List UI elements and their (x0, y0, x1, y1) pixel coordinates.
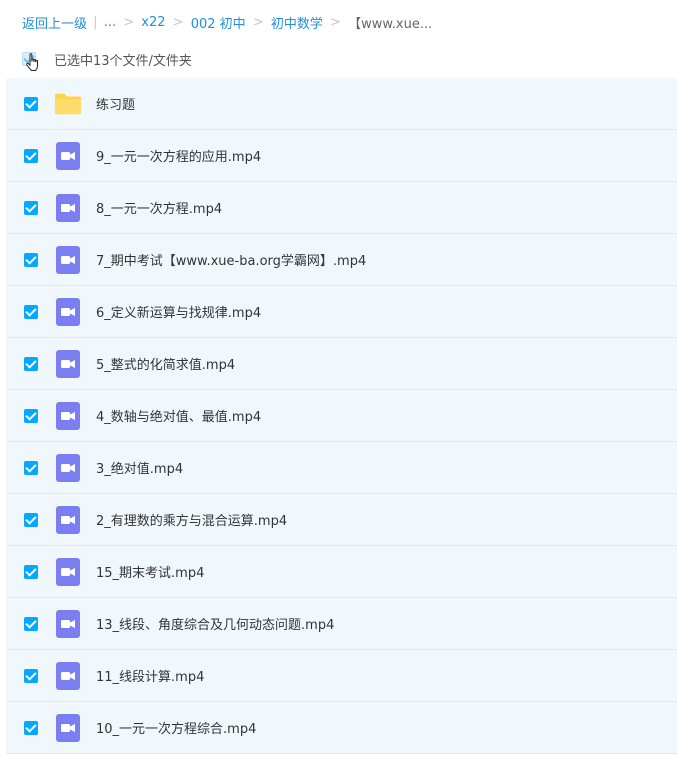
file-row[interactable]: 10_一元一次方程综合.mp4 (6, 702, 677, 754)
video-file-icon (56, 505, 80, 534)
file-row[interactable]: 3_绝对值.mp4 (6, 442, 677, 494)
video-file-icon (56, 557, 80, 586)
breadcrumb-item-math[interactable]: 初中数学 (271, 17, 323, 31)
file-name[interactable]: 练习题 (96, 94, 135, 113)
file-row[interactable]: 练习题 (6, 78, 677, 130)
video-icon-wrap (54, 609, 82, 638)
file-list: 练习题 9_一元一次方程的应用.mp4 8_一元一次方程.mp4 7_期中考试【www… (6, 78, 677, 754)
file-checkbox[interactable] (24, 304, 38, 319)
file-name[interactable]: 3_绝对值.mp4 (96, 458, 183, 477)
file-checkbox[interactable] (24, 616, 38, 631)
breadcrumb-separator: > (172, 15, 184, 30)
video-icon-wrap (54, 401, 82, 430)
file-name[interactable]: 9_一元一次方程的应用.mp4 (96, 146, 261, 165)
file-row[interactable]: 7_期中考试【www.xue-ba.org学霸网】.mp4 (6, 234, 677, 286)
breadcrumb-divider: | (93, 15, 98, 30)
breadcrumb-separator: > (252, 15, 264, 30)
file-name[interactable]: 2_有理数的乘方与混合运算.mp4 (96, 510, 287, 529)
video-file-icon (56, 245, 80, 274)
file-name[interactable]: 6_定义新运算与找规律.mp4 (96, 302, 261, 321)
file-checkbox[interactable] (24, 148, 38, 163)
video-file-icon (56, 193, 80, 222)
file-name[interactable]: 10_一元一次方程综合.mp4 (96, 718, 256, 737)
file-name[interactable]: 11_线段计算.mp4 (96, 666, 204, 685)
folder-icon (54, 93, 82, 114)
file-row[interactable]: 11_线段计算.mp4 (6, 650, 677, 702)
file-row[interactable]: 8_一元一次方程.mp4 (6, 182, 677, 234)
file-row[interactable]: 5_整式的化简求值.mp4 (6, 338, 677, 390)
select-all-bar: 已选中13个文件/文件夹 (22, 48, 667, 71)
file-checkbox[interactable] (24, 720, 38, 735)
file-name[interactable]: 4_数轴与绝对值、最值.mp4 (96, 406, 261, 425)
video-file-icon (56, 453, 80, 482)
file-row[interactable]: 15_期末考试.mp4 (6, 546, 677, 598)
video-file-icon (56, 401, 80, 430)
file-checkbox[interactable] (24, 200, 38, 215)
breadcrumb-back-link[interactable]: 返回上一级 (22, 17, 87, 31)
video-icon-wrap (54, 661, 82, 690)
video-icon-wrap (54, 713, 82, 742)
file-checkbox[interactable] (24, 564, 38, 579)
breadcrumb: 返回上一级 | ... > x22 > 002 初中 > 初中数学 > 【www… (22, 13, 667, 31)
video-icon-wrap (54, 505, 82, 534)
file-row[interactable]: 9_一元一次方程的应用.mp4 (6, 130, 677, 182)
file-checkbox[interactable] (24, 252, 38, 267)
video-file-icon (56, 297, 80, 326)
breadcrumb-ellipsis[interactable]: ... (104, 15, 116, 30)
file-name[interactable]: 13_线段、角度综合及几何动态问题.mp4 (96, 614, 334, 633)
video-icon-wrap (54, 297, 82, 326)
video-icon-wrap (54, 245, 82, 274)
file-checkbox[interactable] (24, 96, 38, 111)
file-name[interactable]: 8_一元一次方程.mp4 (96, 198, 222, 217)
video-file-icon (56, 713, 80, 742)
file-name[interactable]: 15_期末考试.mp4 (96, 562, 204, 581)
breadcrumb-separator: > (330, 15, 341, 30)
hand-cursor-icon (26, 53, 38, 71)
file-checkbox[interactable] (24, 408, 38, 423)
video-file-icon (56, 609, 80, 638)
breadcrumb-current: 【www.xue... (348, 17, 433, 31)
file-name[interactable]: 5_整式的化简求值.mp4 (96, 354, 235, 373)
video-icon-wrap (54, 193, 82, 222)
file-checkbox[interactable] (24, 512, 38, 527)
video-icon-wrap (54, 453, 82, 482)
breadcrumb-item-x22[interactable]: x22 (141, 15, 165, 30)
file-row[interactable]: 2_有理数的乘方与混合运算.mp4 (6, 494, 677, 546)
breadcrumb-item-002[interactable]: 002 初中 (191, 17, 246, 31)
selection-count-label: 已选中13个文件/文件夹 (54, 53, 192, 69)
file-row[interactable]: 4_数轴与绝对值、最值.mp4 (6, 390, 677, 442)
file-checkbox[interactable] (24, 668, 38, 683)
video-icon-wrap (54, 141, 82, 170)
file-checkbox[interactable] (24, 356, 38, 371)
breadcrumb-separator: > (123, 15, 135, 30)
file-row[interactable]: 6_定义新运算与找规律.mp4 (6, 286, 677, 338)
video-icon-wrap (54, 349, 82, 378)
video-file-icon (56, 349, 80, 378)
file-name[interactable]: 7_期中考试【www.xue-ba.org学霸网】.mp4 (96, 250, 366, 269)
video-icon-wrap (54, 557, 82, 586)
video-file-icon (56, 661, 80, 690)
video-file-icon (56, 141, 80, 170)
file-row[interactable]: 13_线段、角度综合及几何动态问题.mp4 (6, 598, 677, 650)
file-checkbox[interactable] (24, 460, 38, 475)
folder-icon-wrap (54, 90, 82, 118)
